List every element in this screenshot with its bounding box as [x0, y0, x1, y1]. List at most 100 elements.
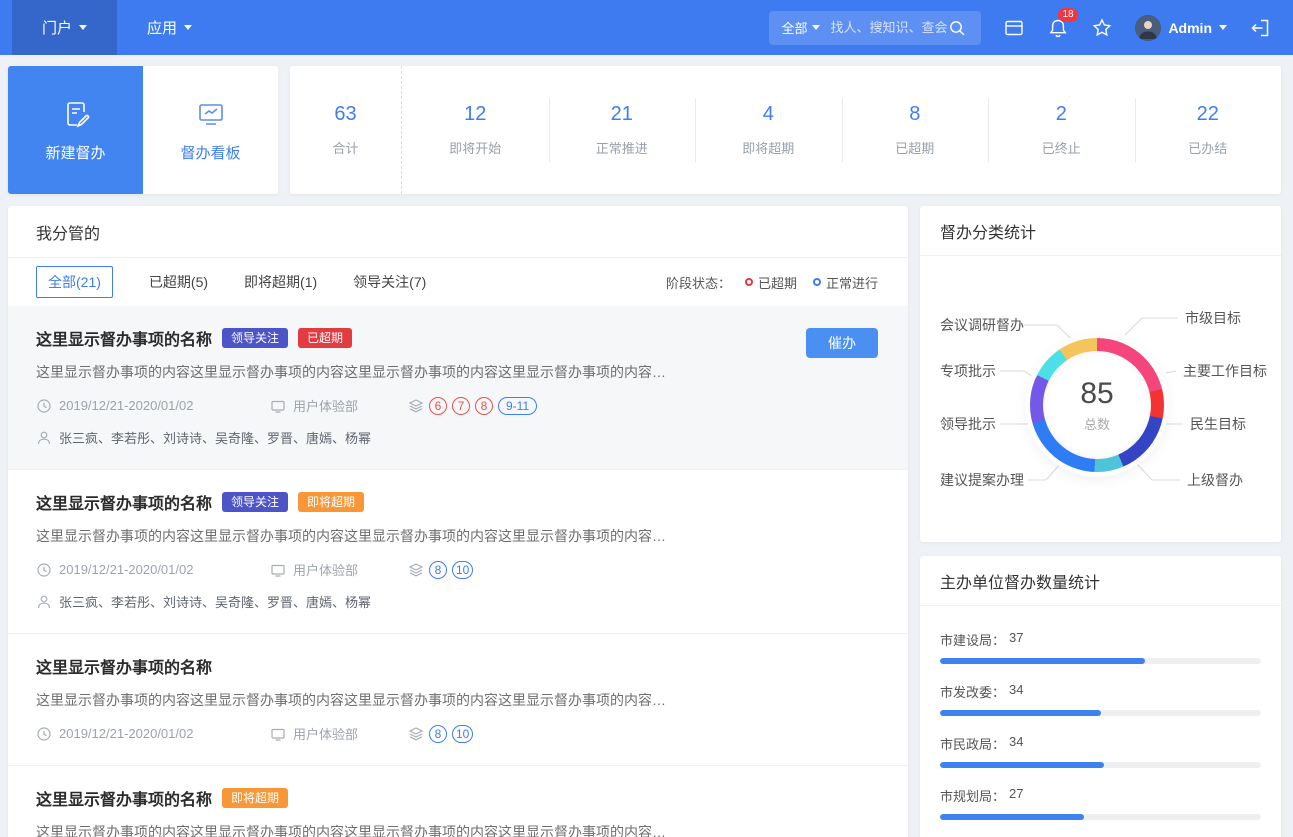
item-content: 这里显示督办事项的内容这里显示督办事项的内容这里显示督办事项的内容这里显示督办事…	[36, 692, 666, 708]
user-menu[interactable]: Admin	[1135, 14, 1227, 41]
donut-label-right-1: 主要工作目标	[1183, 363, 1267, 379]
user-name: Admin	[1168, 19, 1212, 36]
list-item[interactable]: 这里显示督办事项的名称 即将超期 这里显示督办事项的内容这里显示督办事项的内容这里显…	[8, 766, 908, 837]
stat-cell-4[interactable]: 8 已超期	[841, 66, 989, 194]
top-navbar: 门户 应用 全部 找人、搜知识、查会议 18 Admin	[0, 0, 1293, 55]
stage-chip[interactable]: 10	[452, 724, 474, 743]
stat-value: 21	[610, 103, 633, 125]
item-department-text: 用户体验部	[293, 563, 359, 578]
item-people: 张三疯、李若彤、刘诗诗、吴奇隆、罗晋、唐嫣、杨幂	[36, 428, 880, 447]
stage-chip[interactable]: 10	[452, 560, 474, 579]
star-icon[interactable]	[1091, 17, 1113, 39]
layers-icon	[408, 726, 424, 742]
org-bar-label: 市民政局： 34	[940, 734, 1261, 753]
stat-cell-6[interactable]: 22 已办结	[1134, 66, 1282, 194]
search-input[interactable]	[830, 20, 949, 35]
clock-icon	[36, 398, 52, 414]
org-bar-row: 市建设局： 37	[940, 630, 1261, 664]
legend-ring-icon	[744, 278, 753, 286]
stage-status-legend-items: 已超期 正常进行	[744, 273, 878, 292]
stats-card: 63 合计 12 即将开始 21 正常推进 4 即将超期 8 已超期 2 已终止 22 已办结	[290, 66, 1281, 194]
filter-row: 全部(21) 已超期(5) 即将超期(1) 领导关注(7) 阶段状态： 已超期 正常进行	[8, 258, 908, 306]
stat-cell-2[interactable]: 21 正常推进	[548, 66, 696, 194]
supervision-board-button[interactable]: 督办看板	[143, 66, 278, 194]
org-bar-label: 市规划局： 27	[940, 786, 1261, 805]
stat-cell-0[interactable]: 63 合计	[290, 66, 402, 194]
stage-chip[interactable]: 8	[429, 724, 447, 743]
supervision-list: 这里显示督办事项的名称 领导关注 已超期 催办 这里显示督办事项的内容这里显示督办事项的…	[8, 306, 908, 837]
stage-chip[interactable]: 8	[475, 396, 493, 415]
bell-icon[interactable]: 18	[1047, 7, 1078, 39]
org-value: 27	[1009, 786, 1024, 801]
item-date-text: 2019/12/21-2020/01/02	[59, 726, 194, 741]
nav-menu-group: 门户 应用	[0, 0, 222, 55]
global-search[interactable]: 全部	[769, 10, 982, 45]
layers-icon	[408, 562, 424, 578]
item-meta: 2019/12/21-2020/01/02 用户体验部 8 10	[36, 560, 880, 579]
stage-chip[interactable]: 8	[429, 560, 447, 579]
monitor-icon	[270, 562, 286, 578]
item-title-row: 这里显示督办事项的名称	[36, 654, 880, 678]
category-stats-card: 督办分类统计 85 总数 会议调研督办 专项批示 领导批示 建议提案办理 市级目…	[920, 206, 1281, 542]
org-bar-track	[940, 762, 1261, 768]
org-bar-track	[940, 710, 1261, 716]
donut-label-left-1: 专项批示	[940, 363, 996, 379]
org-value: 34	[1009, 734, 1024, 749]
org-bar-track	[940, 658, 1261, 664]
item-title: 这里显示督办事项的名称	[36, 660, 213, 677]
org-value: 37	[1009, 630, 1024, 645]
item-stages: 8 10	[408, 560, 474, 579]
donut-label-left-0: 会议调研督办	[940, 317, 1024, 333]
stage-status-legend-title: 阶段状态：	[665, 275, 731, 291]
chevron-down-icon	[812, 25, 821, 30]
nav-menu-portal[interactable]: 门户	[12, 0, 118, 55]
tab-1[interactable]: 已超期(5)	[149, 267, 208, 297]
tab-3[interactable]: 领导关注(7)	[353, 267, 426, 297]
item-date-text: 2019/12/21-2020/01/02	[59, 398, 194, 413]
tab-2[interactable]: 即将超期(1)	[244, 267, 317, 297]
org-bar-fill	[940, 762, 1104, 768]
person-icon	[36, 594, 52, 610]
logout-icon[interactable]	[1249, 17, 1271, 39]
stage-chip[interactable]: 6	[429, 396, 447, 415]
my-supervision-title: 我分管的	[8, 206, 908, 258]
nav-menu-apps-label: 应用	[147, 20, 178, 37]
item-department: 用户体验部	[270, 396, 408, 415]
calendar-icon[interactable]	[1003, 17, 1025, 39]
stage-chip[interactable]: 9-11	[498, 396, 538, 415]
clock-icon	[36, 562, 52, 578]
summary-row: 新建督办 督办看板 63 合计 12 即将开始 21 正常推进 4 即将超期 8 已超期 2 已终止 2…	[8, 66, 1281, 194]
search-scope-dropdown[interactable]: 全部	[781, 18, 821, 37]
donut-ring: 85 总数	[1030, 338, 1164, 472]
item-date: 2019/12/21-2020/01/02	[36, 726, 270, 742]
list-item[interactable]: 这里显示督办事项的名称这里显示督办事项的内容这里显示督办事项的内容这里显示督办事…	[8, 634, 908, 766]
org-name: 市建设局：	[940, 633, 1006, 648]
nav-menu-portal-label: 门户	[42, 20, 73, 37]
new-supervision-button[interactable]: 新建督办	[8, 66, 143, 194]
category-stats-title: 督办分类统计	[920, 206, 1281, 256]
donut-label-left-2: 领导批示	[940, 416, 996, 432]
item-department: 用户体验部	[270, 560, 408, 579]
stat-cell-5[interactable]: 2 已终止	[988, 66, 1135, 194]
legend-item-1: 正常进行	[812, 273, 878, 292]
item-department-text: 用户体验部	[293, 399, 359, 414]
list-item[interactable]: 这里显示督办事项的名称 领导关注 已超期 催办 这里显示督办事项的内容这里显示督办事项的…	[8, 306, 908, 470]
badge-overdue: 已超期	[298, 328, 353, 348]
tab-0[interactable]: 全部(21)	[36, 266, 113, 298]
legend-label: 正常进行	[825, 275, 878, 291]
donut-total-value: 85	[1080, 377, 1114, 410]
search-icon[interactable]	[948, 19, 966, 37]
org-name: 市规划局：	[940, 789, 1006, 804]
nav-menu-apps[interactable]: 应用	[117, 0, 222, 55]
org-stats-title: 主办单位督办数量统计	[920, 556, 1281, 606]
stage-chip[interactable]: 7	[452, 396, 470, 415]
org-stats-card: 主办单位督办数量统计 市建设局：37市发改委：34市民政局：34市规划局：27市…	[920, 556, 1281, 837]
chevron-down-icon	[1219, 25, 1227, 30]
stat-cell-1[interactable]: 12 即将开始	[402, 66, 549, 194]
search-scope-label: 全部	[781, 21, 808, 36]
org-bar-row: 市发改委： 34	[940, 682, 1261, 716]
urge-button[interactable]: 催办	[806, 328, 878, 358]
org-bar-track	[940, 814, 1261, 820]
stat-cell-3[interactable]: 4 即将超期	[695, 66, 842, 194]
list-item[interactable]: 这里显示督办事项的名称 领导关注 即将超期 这里显示督办事项的内容这里显示督办事项的内…	[8, 470, 908, 634]
